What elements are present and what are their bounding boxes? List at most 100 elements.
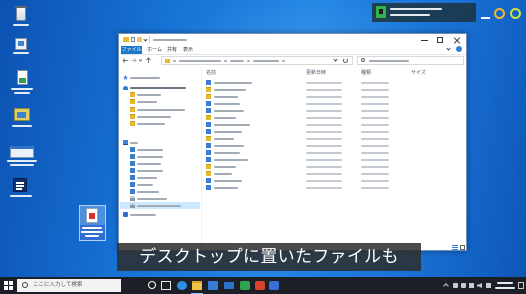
orange-circle-icon[interactable]: [494, 8, 505, 19]
lime-circle-icon[interactable]: [510, 8, 521, 19]
file-row[interactable]: [203, 184, 465, 191]
taskbar-app-button[interactable]: [267, 277, 281, 294]
nav-item[interactable]: [120, 98, 200, 105]
nav-item[interactable]: [120, 202, 200, 209]
volume-icon[interactable]: [477, 283, 482, 288]
file-row[interactable]: [203, 107, 465, 114]
nav-item[interactable]: [120, 139, 200, 146]
close-button[interactable]: [453, 36, 461, 44]
address-dropdown-icon[interactable]: [333, 57, 338, 62]
ime-indicator-icon[interactable]: [486, 283, 491, 288]
nav-item[interactable]: [120, 188, 200, 195]
file-type-text: [361, 96, 389, 98]
desktop-shortcut[interactable]: [9, 36, 33, 56]
windows-logo-icon: [9, 281, 13, 285]
taskbar-app-button[interactable]: [238, 277, 252, 294]
column-header-type[interactable]: 種類: [361, 70, 371, 76]
column-header-name[interactable]: 名前: [206, 70, 216, 76]
file-row[interactable]: [203, 128, 465, 135]
nav-item[interactable]: [120, 120, 200, 127]
refresh-icon[interactable]: [343, 58, 348, 63]
file-row[interactable]: [203, 86, 465, 93]
taskbar-app-button[interactable]: [159, 277, 173, 294]
desktop-icon-label: [12, 125, 32, 127]
nav-item[interactable]: [120, 91, 200, 98]
notification-icon[interactable]: [518, 282, 524, 289]
file-explorer-window[interactable]: ファイル ホーム 共有 表示 名前 更新日時 種類 サイズ: [118, 33, 467, 251]
nav-item[interactable]: [120, 153, 200, 160]
file-name-text: [214, 159, 248, 161]
details-view-icon[interactable]: [452, 245, 458, 250]
file-row[interactable]: [203, 114, 465, 121]
recent-locations-icon[interactable]: [138, 57, 143, 64]
nav-item[interactable]: [120, 146, 200, 153]
file-row[interactable]: [203, 156, 465, 163]
tray-icon[interactable]: [461, 283, 466, 288]
taskbar-app-button[interactable]: [145, 277, 159, 294]
video-subtitle: デスクトップに置いたファイルも: [117, 243, 421, 271]
nav-item[interactable]: [120, 181, 200, 188]
column-header-size[interactable]: サイズ: [411, 70, 426, 76]
maximize-button[interactable]: [437, 37, 443, 43]
desktop-shortcut[interactable]: [7, 176, 35, 198]
record-icon[interactable]: [376, 6, 386, 18]
desktop-shortcut[interactable]: [7, 68, 35, 96]
file-row[interactable]: [203, 149, 465, 156]
file-row[interactable]: [203, 135, 465, 142]
start-button[interactable]: [4, 281, 13, 290]
nav-item-label: [130, 142, 138, 144]
taskbar-search-box[interactable]: ここに入力して検索: [17, 279, 121, 292]
desktop-shortcut[interactable]: [5, 144, 39, 168]
up-arrow-icon[interactable]: [145, 57, 152, 64]
show-hidden-icons-chevron[interactable]: [443, 283, 449, 289]
network-tray-icon[interactable]: [469, 283, 474, 288]
desktop-shortcut[interactable]: [9, 5, 33, 27]
file-name-text: [214, 152, 240, 154]
tab-file[interactable]: ファイル: [121, 46, 142, 54]
file-row[interactable]: [203, 100, 465, 107]
taskbar-app-button[interactable]: [206, 277, 220, 294]
selected-desktop-file[interactable]: [79, 205, 106, 241]
nav-item[interactable]: [120, 195, 200, 202]
address-bar[interactable]: [161, 56, 353, 65]
nav-item[interactable]: [120, 160, 200, 167]
taskbar-app-button[interactable]: [253, 277, 267, 294]
minimize-icon[interactable]: [481, 17, 490, 19]
minimize-button[interactable]: [421, 40, 428, 41]
tab-home[interactable]: ホーム: [146, 46, 163, 54]
search-box[interactable]: [357, 56, 464, 65]
nav-item[interactable]: [120, 74, 200, 81]
tab-share[interactable]: 共有: [166, 46, 178, 54]
nav-item[interactable]: [120, 113, 200, 120]
file-row[interactable]: [203, 121, 465, 128]
properties-icon[interactable]: [131, 37, 135, 42]
column-header-modified[interactable]: 更新日時: [306, 70, 326, 76]
tray-icon[interactable]: [453, 283, 458, 288]
forward-arrow-icon[interactable]: [130, 57, 137, 64]
nav-item[interactable]: [120, 167, 200, 174]
file-row[interactable]: [203, 79, 465, 86]
file-row[interactable]: [203, 163, 465, 170]
large-icons-view-icon[interactable]: [460, 245, 465, 250]
nav-item[interactable]: [120, 106, 200, 113]
app-shortcut-icon: [13, 178, 27, 192]
tab-view[interactable]: 表示: [182, 46, 194, 54]
nav-item[interactable]: [120, 174, 200, 181]
new-folder-icon[interactable]: [137, 37, 142, 42]
file-row[interactable]: [203, 177, 465, 184]
nav-item[interactable]: [120, 211, 200, 218]
desktop-shortcut[interactable]: [7, 106, 35, 128]
taskbar-app-button[interactable]: [190, 277, 204, 294]
taskbar-app-button[interactable]: [175, 277, 189, 294]
red-app-icon: [255, 281, 265, 290]
nav-item-label: [137, 149, 163, 151]
taskbar-app-button[interactable]: [222, 277, 236, 294]
file-row[interactable]: [203, 142, 465, 149]
expand-ribbon-icon[interactable]: [446, 46, 451, 51]
file-row[interactable]: [203, 93, 465, 100]
help-icon[interactable]: [456, 46, 462, 52]
back-arrow-icon[interactable]: [122, 57, 129, 64]
file-row[interactable]: [203, 170, 465, 177]
chevron-down-icon[interactable]: [143, 37, 148, 42]
nav-item[interactable]: [120, 84, 200, 91]
